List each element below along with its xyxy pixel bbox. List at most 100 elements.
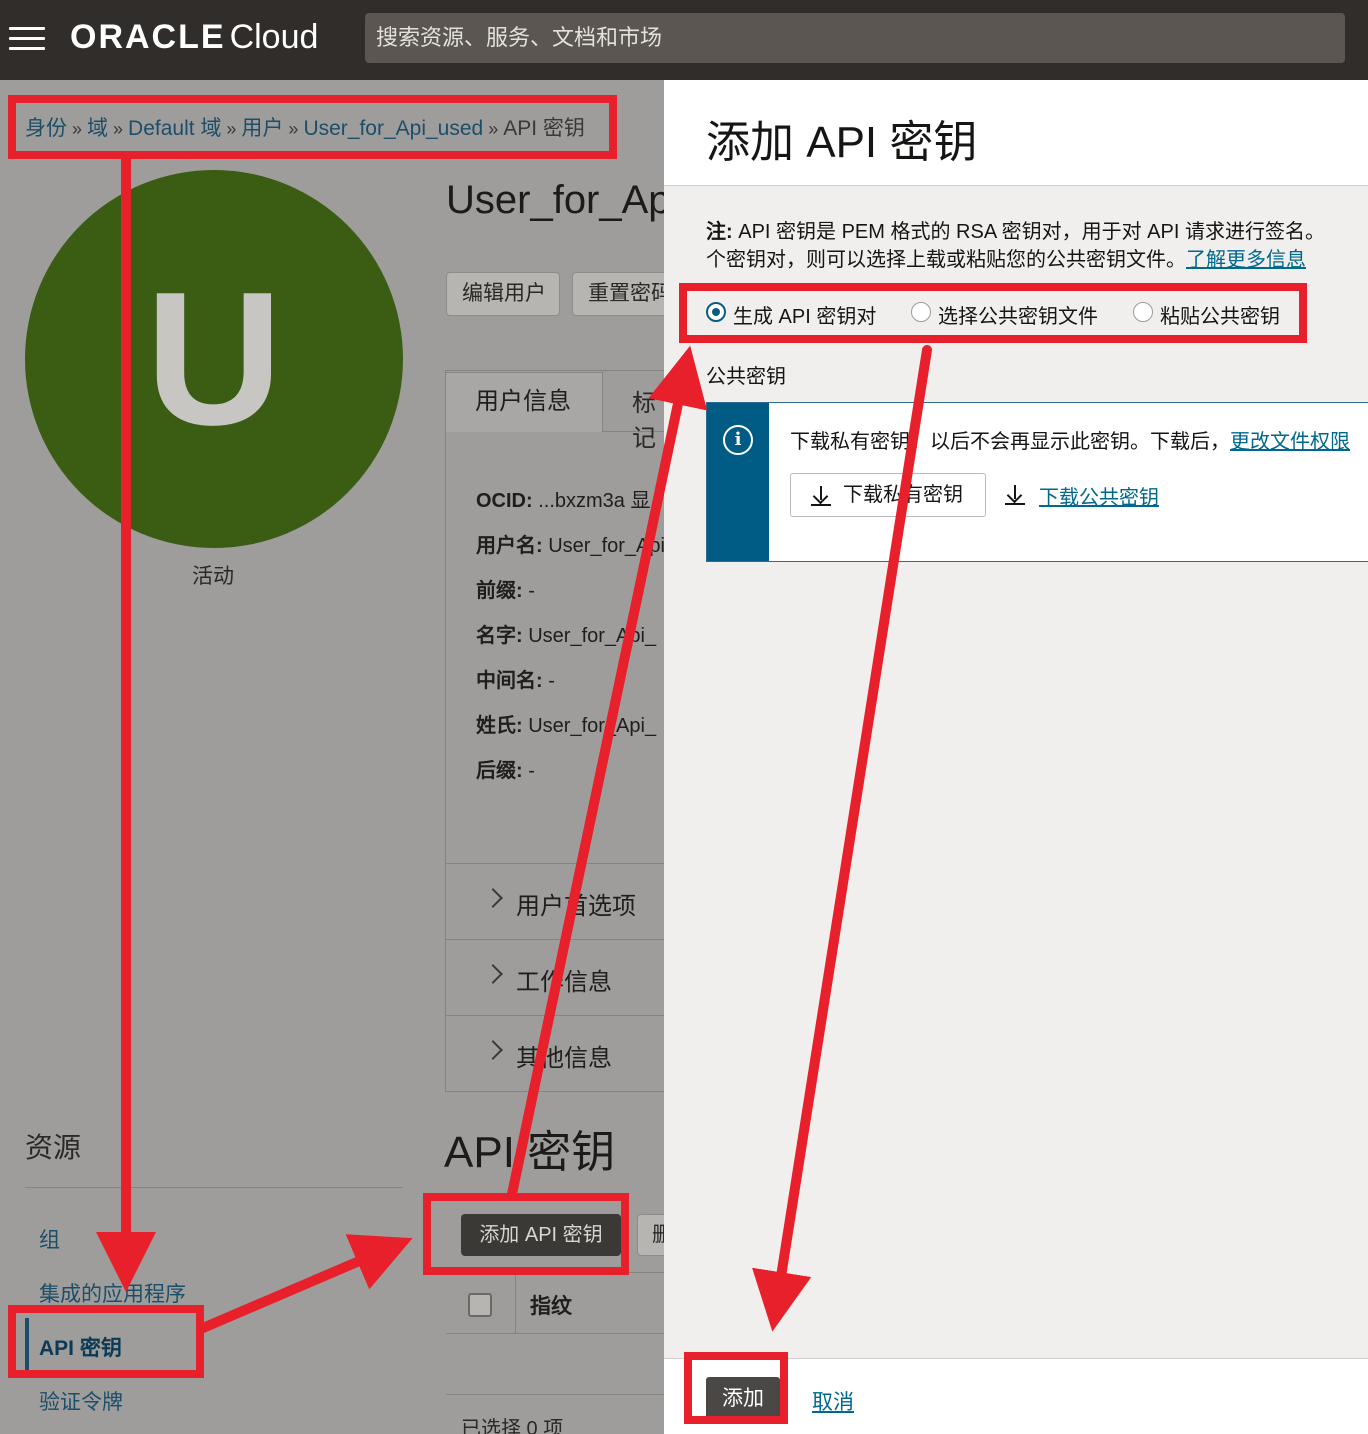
radio-generate-key-pair[interactable] [706, 302, 726, 322]
field-suffix: 后缀: - [476, 754, 535, 783]
breadcrumb-current: API 密钥 [503, 117, 585, 140]
breadcrumb-separator: » [113, 119, 124, 139]
add-button[interactable]: 添加 [706, 1377, 780, 1421]
change-file-permissions-link[interactable]: 更改文件权限 [1230, 431, 1350, 453]
accordion-label: 用户首选项 [516, 893, 636, 920]
field-label: 后缀: [476, 760, 523, 782]
note-label: 注: [706, 221, 733, 243]
field-label: 姓氏: [476, 715, 523, 737]
sidebar-item-groups[interactable]: 组 [39, 1224, 60, 1254]
select-all-checkbox[interactable] [468, 1293, 492, 1317]
download-private-key-button[interactable]: 下载私有密钥 [790, 473, 986, 517]
note-line-2: 个密钥对，则可以选择上载或粘贴您的公共密钥文件。了解更多信息 [706, 246, 1368, 274]
sidebar-item-api-keys[interactable]: API 密钥 [39, 1332, 122, 1362]
field-value: User_for_Api [542, 535, 664, 557]
table-header: 指纹 [446, 1272, 664, 1334]
resources-divider [25, 1187, 403, 1188]
accordion-other-info[interactable]: 其他信息 [446, 1015, 664, 1091]
breadcrumb-separator: » [72, 119, 83, 139]
field-first-name: 名字: User_for_Api_ [476, 619, 656, 648]
cancel-link[interactable]: 取消 [812, 1386, 854, 1416]
accordion-user-preferences[interactable]: 用户首选项 [446, 863, 664, 939]
field-value: - [522, 580, 535, 602]
add-api-key-button[interactable]: 添加 API 密钥 [461, 1214, 621, 1256]
user-status: 活动 [192, 565, 234, 588]
breadcrumb-user[interactable]: User_for_Api_used [303, 117, 483, 140]
field-label: 中间名: [476, 670, 543, 692]
field-value: - [522, 760, 535, 782]
download-notice: i 下载私有密钥。以后不会再显示此密钥。下载后，更改文件权限 下载私有密钥 下载… [706, 402, 1368, 562]
accordion-label: 其他信息 [516, 1045, 612, 1072]
drawer-header: 添加 API 密钥 [664, 80, 1368, 186]
breadcrumb-separator: » [288, 119, 299, 139]
drawer-footer: 添加 取消 [664, 1358, 1368, 1434]
notice-text: 下载私有密钥。以后不会再显示此密钥。下载后， [790, 431, 1230, 453]
field-last-name: 姓氏: User_for_Api_ [476, 709, 656, 738]
field-label: OCID: [476, 490, 533, 512]
note-text-1: API 密钥是 PEM 格式的 RSA 密钥对，用于对 API 请求进行签名。 [732, 221, 1325, 243]
option-paste-public-key[interactable]: 粘贴公共密钥 [1160, 300, 1280, 329]
option-generate-key-pair[interactable]: 生成 API 密钥对 [733, 300, 876, 329]
api-keys-title: API 密钥 [444, 1128, 616, 1177]
delete-button[interactable]: 删除 [637, 1214, 664, 1256]
learn-more-link[interactable]: 了解更多信息 [1186, 249, 1306, 271]
download-icon [1005, 484, 1025, 506]
breadcrumb-default-domain[interactable]: Default 域 [128, 117, 221, 140]
table-divider [446, 1394, 664, 1395]
brand-oracle: ORACLE [70, 18, 226, 56]
breadcrumb-users[interactable]: 用户 [241, 117, 283, 140]
chevron-right-icon [483, 888, 503, 908]
accordion-job-info[interactable]: 工作信息 [446, 939, 664, 1015]
field-username: 用户名: User_for_Api [476, 529, 664, 558]
radio-choose-public-key-file[interactable] [911, 302, 931, 322]
resources-title: 资源 [25, 1132, 82, 1163]
breadcrumb-separator: » [488, 119, 499, 139]
drawer-note: 注: API 密钥是 PEM 格式的 RSA 密钥对，用于对 API 请求进行签… [706, 218, 1368, 274]
radio-paste-public-key[interactable] [1133, 302, 1153, 322]
field-label: 前缀: [476, 580, 523, 602]
column-divider [515, 1273, 516, 1333]
notice-message: 下载私有密钥。以后不会再显示此密钥。下载后，更改文件权限 [790, 425, 1350, 454]
oracle-cloud-logo[interactable]: ORACLE Cloud [70, 18, 318, 57]
reset-password-button[interactable]: 重置密码 [572, 272, 664, 316]
public-key-label: 公共密钥 [706, 366, 786, 388]
top-bar: ORACLE Cloud [0, 0, 1368, 80]
column-fingerprint[interactable]: 指纹 [530, 1290, 572, 1320]
download-icon [811, 485, 831, 507]
tab-user-info[interactable]: 用户信息 [445, 372, 603, 432]
download-public-key-link[interactable]: 下载公共密钥 [1039, 481, 1159, 510]
sidebar-item-integrated-apps[interactable]: 集成的应用程序 [39, 1278, 186, 1308]
active-indicator [25, 1318, 29, 1370]
brand-cloud: Cloud [229, 18, 319, 56]
field-value: User_for_Api_ [522, 715, 657, 737]
breadcrumb-identity[interactable]: 身份 [25, 117, 67, 140]
field-label: 用户名: [476, 535, 543, 557]
hamburger-menu-icon[interactable] [9, 27, 45, 51]
sidebar-item-auth-tokens[interactable]: 验证令牌 [39, 1386, 123, 1416]
note-line-1: 注: API 密钥是 PEM 格式的 RSA 密钥对，用于对 API 请求进行签… [706, 218, 1368, 246]
field-ocid: OCID: ...bxzm3a 显 [476, 484, 650, 513]
search-input[interactable] [365, 13, 1345, 63]
chevron-right-icon [483, 964, 503, 984]
drawer-title: 添加 API 密钥 [706, 118, 978, 167]
info-icon: i [723, 425, 753, 455]
option-choose-public-key-file[interactable]: 选择公共密钥文件 [938, 300, 1098, 329]
add-api-key-drawer: 添加 API 密钥 注: API 密钥是 PEM 格式的 RSA 密钥对，用于对… [664, 80, 1368, 1434]
field-value: ...bxzm3a 显 [532, 490, 651, 512]
notice-sidebar: i [707, 403, 769, 561]
edit-user-button[interactable]: 编辑用户 [446, 272, 560, 316]
selected-count: 已选择 0 项 [461, 1418, 564, 1434]
tab-tags[interactable]: 标记 [632, 383, 664, 453]
download-private-key-label: 下载私有密钥 [843, 484, 963, 506]
field-value: User_for_Api_ [522, 625, 657, 647]
breadcrumb-domains[interactable]: 域 [87, 117, 108, 140]
field-prefix: 前缀: - [476, 574, 535, 603]
note-text-2: 个密钥对，则可以选择上载或粘贴您的公共密钥文件。 [706, 249, 1186, 271]
breadcrumb: 身份» 域» Default 域» 用户» User_for_Api_used» API … [25, 112, 585, 142]
accordion-label: 工作信息 [516, 969, 612, 996]
user-details-page: 身份» 域» Default 域» 用户» User_for_Api_used» API … [0, 80, 664, 1434]
avatar-letter: U [145, 253, 283, 465]
avatar: U [25, 170, 403, 548]
breadcrumb-separator: » [226, 119, 237, 139]
page-title: User_for_Ap [446, 178, 664, 222]
